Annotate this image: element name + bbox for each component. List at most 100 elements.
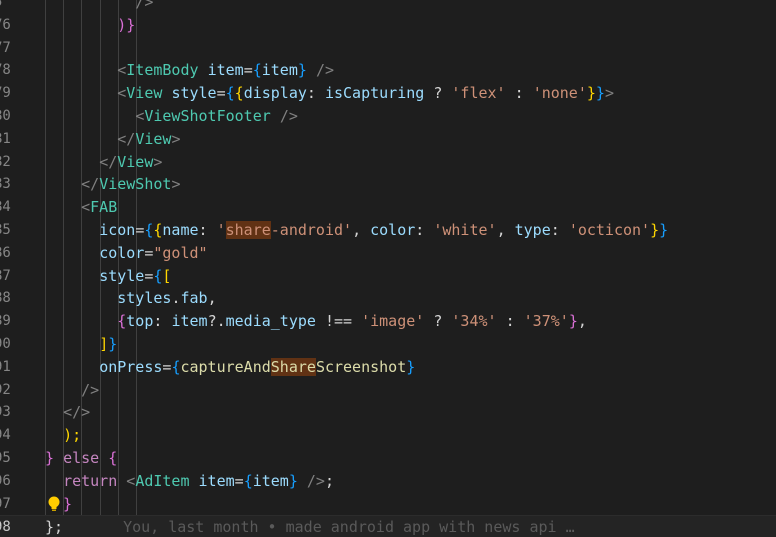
code-token: top (126, 312, 154, 331)
code-token: color (99, 243, 145, 262)
code-token: '37%' (523, 312, 569, 331)
code-token: isCapturing (324, 84, 425, 103)
line-number: 97 (0, 495, 11, 512)
code-token: } (586, 84, 596, 103)
code-line[interactable]: 94 ); (0, 424, 776, 447)
code-token: { (108, 449, 118, 467)
line-number: 88 (0, 290, 11, 307)
code-token: > (604, 84, 614, 103)
code-token: View (135, 129, 172, 148)
code-line[interactable]: 90 ]} (0, 333, 776, 356)
code-line[interactable]: 87 style={[ (0, 265, 776, 288)
code-line[interactable]: 77 (0, 37, 776, 60)
code-token: ] (99, 335, 109, 353)
code-token: } (650, 221, 660, 239)
code-text: onPress={captureAndShareScreenshot} (45, 356, 415, 379)
code-token: FAB (90, 198, 118, 217)
code-token: , (577, 312, 587, 331)
code-token: } (297, 61, 307, 80)
code-token: Share (270, 357, 316, 376)
code-token: : (306, 84, 325, 103)
code-text: /> (45, 379, 99, 402)
line-number: 87 (0, 267, 11, 284)
code-token: name (162, 221, 199, 239)
code-line[interactable]: 95} else { (0, 447, 776, 470)
lightbulb-icon[interactable] (47, 495, 61, 513)
code-token: display (243, 84, 307, 103)
code-line[interactable]: 92 /> (0, 379, 776, 402)
code-line[interactable]: 84 <FAB (0, 196, 776, 219)
code-token: { (243, 471, 253, 490)
code-token: styles (117, 289, 172, 308)
code-line[interactable]: 79 <View style={{display: isCapturing ? … (0, 82, 776, 105)
code-text: /> (45, 0, 153, 14)
code-line[interactable]: 81 </View> (0, 128, 776, 151)
code-text: ); (45, 424, 81, 447)
line-number: 96 (0, 472, 11, 489)
code-token: captureAnd (180, 357, 271, 376)
code-token: 'octicon' (568, 221, 651, 239)
code-token: '34%' (451, 312, 497, 331)
line-number: 93 (0, 404, 11, 421)
code-token: : (505, 84, 533, 103)
code-token: > (171, 175, 181, 194)
code-text: icon={{name: 'share-android', color: 'wh… (45, 219, 668, 242)
code-token: > (153, 152, 163, 171)
code-line[interactable]: 98}; You, last month • made android app w… (0, 515, 776, 537)
code-token: } (45, 449, 64, 467)
code-token: : (415, 221, 434, 239)
code-token: fab (180, 289, 208, 308)
line-number: 89 (0, 313, 11, 330)
code-token: /> (315, 61, 334, 80)
code-token: /> (279, 107, 298, 125)
code-editor[interactable]: 5 />76 )}7778 <ItemBody item={item} />79… (0, 0, 776, 537)
code-token: < (117, 61, 127, 80)
code-token: < (117, 84, 127, 103)
code-line[interactable]: 76 )} (0, 14, 776, 37)
line-number: 91 (0, 358, 11, 375)
code-line[interactable]: 80 <ViewShotFooter /> (0, 105, 776, 128)
code-token: item (198, 471, 235, 490)
line-number: 85 (0, 222, 11, 238)
code-token: 'white' (433, 221, 497, 239)
code-text: <ViewShotFooter /> (45, 105, 298, 128)
code-text: )} (45, 14, 135, 37)
code-token: }; (45, 518, 64, 537)
code-text: } else { (45, 447, 117, 470)
code-line[interactable]: 5 /> (0, 0, 776, 14)
code-text: styles.fab, (45, 287, 216, 310)
code-token: item (171, 312, 208, 331)
code-token: media_type (225, 312, 316, 331)
code-token: icon (99, 221, 136, 239)
code-line[interactable]: 89 {top: item?.media_type !== 'image' ? … (0, 310, 776, 333)
code-line[interactable]: 96 return <AdItem item={item} />; (0, 470, 776, 493)
code-line[interactable]: 85 icon={{name: 'share-android', color: … (0, 219, 776, 242)
code-line[interactable]: 82 </View> (0, 151, 776, 174)
code-token: ; (324, 471, 334, 490)
code-line[interactable]: 86 color="gold" (0, 242, 776, 265)
code-token: < (135, 107, 145, 125)
code-line[interactable]: 78 <ItemBody item={item} /> (0, 59, 776, 82)
code-line[interactable]: 93 </> (0, 401, 776, 424)
code-token: } (406, 357, 416, 376)
code-line[interactable]: 97} (0, 493, 776, 516)
code-token: ); (63, 426, 82, 445)
line-number: 90 (0, 336, 11, 352)
code-line[interactable]: 91 onPress={captureAndShareScreenshot} (0, 356, 776, 379)
code-token: item (207, 61, 244, 80)
code-text: } (63, 493, 72, 516)
code-line[interactable]: 88 styles.fab, (0, 287, 776, 310)
code-line[interactable]: 83 </ViewShot> (0, 173, 776, 196)
